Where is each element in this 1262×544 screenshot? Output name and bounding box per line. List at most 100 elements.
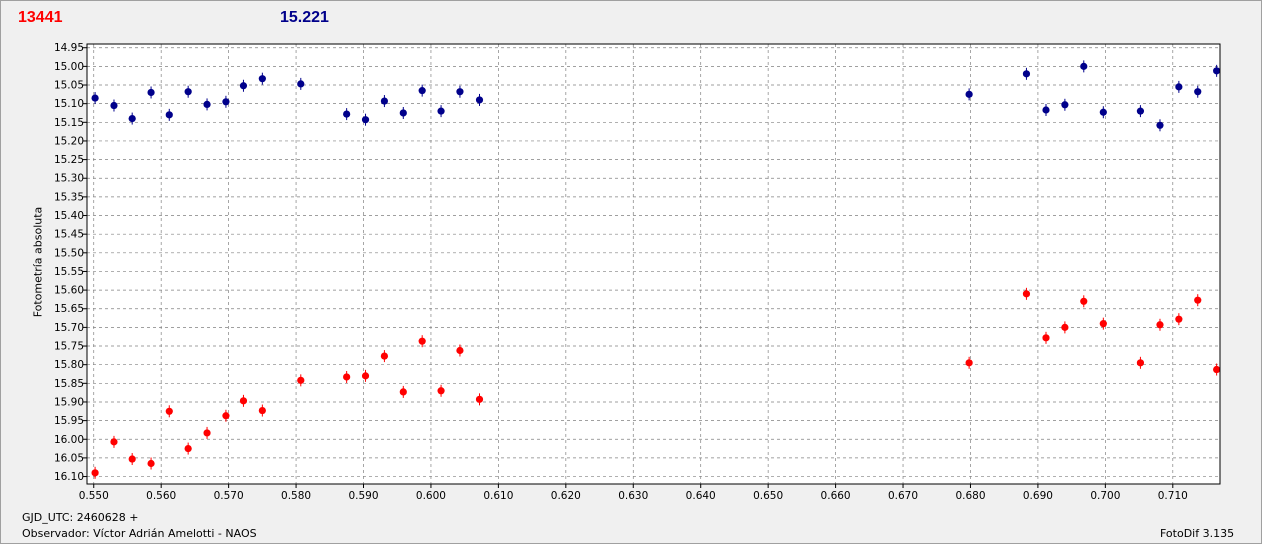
data-point [1080,62,1088,70]
data-point [380,97,389,105]
data-point [297,80,305,88]
y-tick-label: 15.85 [54,378,84,390]
data-point [437,107,445,115]
x-tick-label: 0.640 [686,490,716,502]
x-tick-label: 0.680 [955,490,985,502]
x-tick-label: 0.710 [1158,490,1188,502]
data-point [110,101,118,110]
x-tick-label: 0.620 [551,490,581,502]
data-point [128,455,136,463]
data-point [1022,290,1031,298]
data-point [1099,108,1107,116]
data-point [965,90,973,98]
data-point [1061,101,1069,109]
data-point [437,387,445,395]
data-point [239,397,248,405]
data-point [1099,320,1107,328]
x-tick-label: 0.590 [348,490,378,502]
data-point [1194,296,1202,304]
y-tick-label: 15.30 [54,173,84,185]
data-point [1136,359,1145,367]
data-point [475,395,484,403]
data-point [1042,106,1050,114]
data-point [1194,88,1202,96]
data-point [1175,83,1183,91]
data-point [1080,297,1088,305]
data-point [380,352,389,360]
data-point [239,82,248,90]
y-tick-label: 15.25 [54,154,84,166]
data-point [222,412,230,420]
data-point [165,407,173,415]
data-point [147,88,155,97]
data-point [165,111,173,119]
y-tick-label: 15.10 [54,98,84,110]
gjd-label: GJD_UTC: 2460628 + [22,511,139,524]
y-tick-label: 16.05 [54,452,84,464]
observer-label: Observador: Víctor Adrián Amelotti - NAO… [22,527,257,540]
chart-plot: 14.95 15.00 15.05 15.10 15.15 15.20 15.25 15.30… [54,42,1221,502]
data-point [297,376,305,384]
y-tick-label: 15.75 [54,341,84,353]
data-point [203,429,211,437]
x-tick-label: 0.630 [618,490,648,502]
data-point [965,359,973,367]
data-point [1156,121,1164,129]
data-point [343,373,351,381]
data-point [1213,365,1221,374]
y-tick-label: 15.50 [54,247,84,259]
x-tick-label: 0.670 [888,490,918,502]
y-tick-label: 14.95 [54,42,84,54]
y-tick-label: 15.35 [54,191,84,203]
x-tick-label: 0.690 [1023,490,1053,502]
data-point [110,438,118,446]
y-tick-label: 15.90 [54,396,84,408]
data-point [1061,323,1069,331]
y-tick-label: 15.80 [54,359,84,371]
data-point [258,75,266,83]
data-point [399,388,407,396]
data-point [1213,67,1221,75]
data-point [1022,70,1031,78]
data-point [1042,334,1050,342]
data-point [1175,315,1183,323]
x-tick-label: 0.580 [281,490,311,502]
y-tick-label: 15.00 [54,61,84,73]
data-point [128,114,136,123]
x-tick-label: 0.560 [146,490,176,502]
y-tick-label: 15.15 [54,117,84,129]
x-tick-label: 0.650 [753,490,783,502]
data-point [456,88,464,96]
x-tick-label: 0.550 [79,490,109,502]
y-tick-label: 16.10 [54,471,84,483]
x-tick-label: 0.610 [483,490,513,502]
y-tick-label: 15.65 [54,303,84,315]
y-tick-label: 15.70 [54,322,84,334]
data-point [1136,107,1145,115]
data-point [91,94,99,102]
y-tick-label: 15.45 [54,229,84,241]
y-tick-label: 16.00 [54,434,84,446]
data-point [258,406,266,415]
data-point [1156,321,1164,329]
data-point [456,346,464,355]
x-tick-label: 0.660 [821,490,851,502]
y-tick-label: 15.20 [54,135,84,147]
data-point [184,444,192,453]
y-tick-label: 15.60 [54,285,84,297]
x-tick-label: 0.600 [416,490,446,502]
x-tick-label: 0.570 [214,490,244,502]
version-label: FotoDif 3.135 [1160,527,1235,540]
data-point [475,96,484,104]
data-point [361,116,370,124]
data-point [184,88,192,96]
y-tick-label: 15.05 [54,80,84,92]
y-tick-label: 15.40 [54,210,84,222]
data-point [343,110,351,118]
data-point [418,337,426,345]
data-point [418,87,426,95]
y-tick-label: 15.55 [54,266,84,278]
y-tick-label: 15.95 [54,415,84,427]
data-point [361,372,370,380]
data-point [91,469,99,477]
